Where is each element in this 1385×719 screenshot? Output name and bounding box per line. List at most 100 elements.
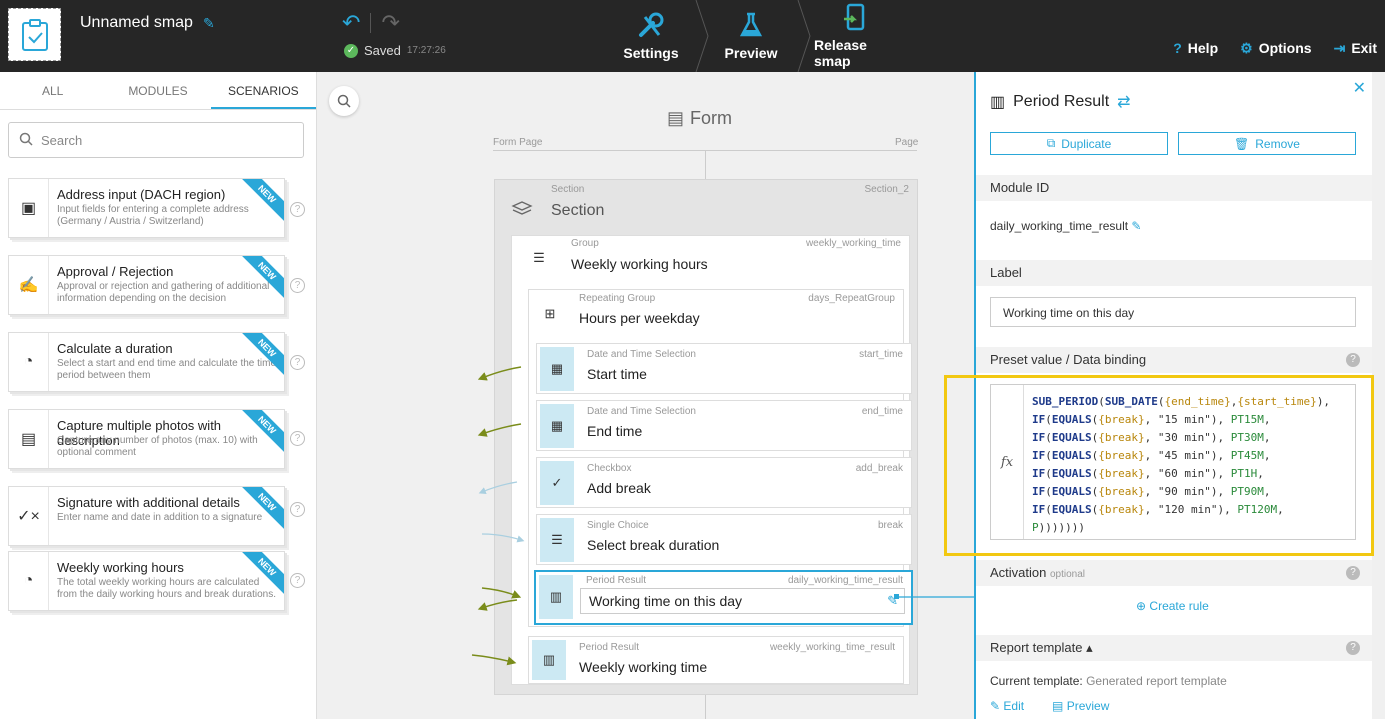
app-title-text: Unnamed smap bbox=[80, 14, 193, 31]
module-title: Weekly working hours bbox=[57, 560, 184, 575]
nav-release-label: Release smap bbox=[814, 37, 867, 69]
help-label: Help bbox=[1187, 40, 1219, 56]
nav-settings[interactable]: Settings bbox=[610, 0, 692, 72]
help-button[interactable]: ? Help bbox=[1173, 40, 1218, 57]
search-icon bbox=[19, 132, 33, 149]
signature-pen-icon: ✍ bbox=[9, 256, 49, 314]
caret-up-icon: ▴ bbox=[1086, 640, 1093, 655]
report-header[interactable]: Report template ▴ ? bbox=[976, 635, 1372, 661]
remove-button[interactable]: 🗑 Remove bbox=[1178, 132, 1356, 155]
activation-header: Activation optional ? bbox=[976, 560, 1372, 586]
help-icon[interactable]: ? bbox=[290, 502, 305, 517]
module-card[interactable]: ◔ Calculate a duration Select a start an… bbox=[8, 332, 285, 392]
module-desc: Input fields for entering a complete add… bbox=[57, 204, 249, 227]
help-icon[interactable]: ? bbox=[1346, 566, 1360, 580]
fx-icon: fx bbox=[991, 385, 1024, 539]
help-icon[interactable]: ? bbox=[1346, 641, 1360, 655]
module-title: Signature with additional details bbox=[57, 495, 240, 510]
dependency-arrows bbox=[471, 366, 974, 666]
nav-preview-label: Preview bbox=[724, 45, 778, 61]
save-status: ✓ Saved 17:27:26 bbox=[344, 43, 446, 58]
options-label: Options bbox=[1258, 40, 1312, 56]
new-badge: NEW bbox=[237, 487, 284, 532]
photos-icon: ▤ bbox=[9, 410, 49, 468]
search-input[interactable]: Search bbox=[8, 122, 304, 158]
remove-label: Remove bbox=[1255, 136, 1300, 151]
module-card[interactable]: ✓× Signature with additional details Ent… bbox=[8, 486, 285, 546]
plus-circle-icon: ⊕ bbox=[1136, 599, 1147, 613]
label-header: Label bbox=[976, 260, 1372, 286]
help-icon[interactable]: ? bbox=[290, 431, 305, 446]
exit-label: Exit bbox=[1351, 40, 1377, 56]
tab-scenarios[interactable]: SCENARIOS bbox=[210, 72, 316, 109]
wrench-screwdriver-icon bbox=[639, 12, 664, 37]
module-id-text: daily_working_time_result bbox=[990, 219, 1129, 233]
help-icon[interactable]: ? bbox=[1346, 353, 1360, 367]
divider bbox=[370, 13, 372, 33]
preview-template-button[interactable]: ▤ Preview bbox=[1052, 699, 1109, 713]
module-card[interactable]: ✍ Approval / Rejection Approval or rejec… bbox=[8, 255, 285, 315]
undo-icon[interactable]: ↶ bbox=[342, 10, 360, 36]
formula-code[interactable]: SUB_PERIOD(SUB_DATE({end_time},{start_ti… bbox=[1032, 393, 1330, 537]
help-icon[interactable]: ? bbox=[290, 573, 305, 588]
help-icon[interactable]: ? bbox=[290, 202, 305, 217]
clipboard-logo-icon[interactable] bbox=[8, 8, 61, 61]
nav-release[interactable]: Release smap bbox=[814, 0, 896, 72]
close-icon[interactable]: ✕ bbox=[1353, 78, 1366, 98]
module-title: Approval / Rejection bbox=[57, 264, 174, 279]
exit-icon: ⇥ bbox=[1333, 40, 1346, 56]
duplicate-label: Duplicate bbox=[1061, 136, 1112, 151]
top-bar: Unnamed smap ✎ ↶ ↷ ✓ Saved 17:27:26 Sett… bbox=[0, 0, 1385, 72]
duplicate-button[interactable]: ⧉ Duplicate bbox=[990, 132, 1168, 155]
current-template-value: Generated report template bbox=[1086, 674, 1227, 688]
pencil-icon[interactable]: ✎ bbox=[203, 15, 215, 32]
flask-icon bbox=[739, 12, 763, 37]
pencil-icon: ✎ bbox=[990, 699, 1001, 713]
tab-modules[interactable]: MODULES bbox=[105, 72, 210, 109]
current-template-label: Current template: bbox=[990, 674, 1083, 688]
module-id-value[interactable]: daily_working_time_result ✎ bbox=[990, 219, 1141, 233]
copy-icon: ⧉ bbox=[1046, 136, 1056, 150]
module-card[interactable]: ▤ Capture multiple photos with descripti… bbox=[8, 409, 285, 469]
duration-icon: ◔ bbox=[9, 333, 49, 391]
module-desc: The total weekly working hours are calcu… bbox=[57, 577, 277, 600]
panel-title: ▥ Period Result ⇄ bbox=[990, 92, 1131, 112]
nav-preview[interactable]: Preview bbox=[712, 0, 790, 72]
module-desc: Enter name and date in addition to a sig… bbox=[57, 512, 263, 523]
panel-title-text: Period Result bbox=[1013, 93, 1110, 110]
formula-editor[interactable]: fx SUB_PERIOD(SUB_DATE({end_time},{start… bbox=[990, 384, 1356, 540]
tab-all[interactable]: ALL bbox=[0, 72, 105, 109]
app-title[interactable]: Unnamed smap ✎ bbox=[80, 14, 215, 32]
options-button[interactable]: ⚙ Options bbox=[1240, 40, 1311, 57]
trash-icon: 🗑 bbox=[1234, 136, 1250, 151]
search-placeholder: Search bbox=[41, 132, 83, 148]
module-card[interactable]: ◔ Weekly working hours The total weekly … bbox=[8, 551, 285, 611]
module-card[interactable]: ▣ Address input (DACH region) Input fiel… bbox=[8, 178, 285, 238]
preview-label: Preview bbox=[1066, 699, 1110, 713]
label-input[interactable]: Working time on this day bbox=[990, 297, 1356, 327]
check-icon: ✓ bbox=[344, 43, 358, 58]
duration-icon: ◔ bbox=[9, 552, 49, 610]
help-icon[interactable]: ? bbox=[290, 355, 305, 370]
module-desc: Capture any number of photos (max. 10) w… bbox=[57, 435, 258, 458]
create-rule-button[interactable]: ⊕ Create rule bbox=[1136, 599, 1209, 613]
period-result-icon: ▥ bbox=[990, 94, 1006, 111]
sliders-icon: ⚙ bbox=[1240, 40, 1253, 56]
form-canvas[interactable]: ▤ Form Form Page Page Section Section_2 … bbox=[317, 72, 974, 719]
nav-separator bbox=[797, 0, 811, 72]
module-desc: Approval or rejection and gathering of a… bbox=[57, 281, 270, 304]
module-id-header: Module ID bbox=[976, 175, 1372, 201]
help-icon[interactable]: ? bbox=[290, 278, 305, 293]
module-title: Address input (DACH region) bbox=[57, 187, 226, 202]
properties-panel: ✕ ▥ Period Result ⇄ ⧉ Duplicate 🗑 Remove… bbox=[974, 72, 1372, 719]
current-template: Current template: Generated report templ… bbox=[990, 674, 1227, 688]
redo-icon[interactable]: ↷ bbox=[381, 10, 399, 36]
pencil-icon[interactable]: ✎ bbox=[1131, 219, 1141, 233]
edit-template-button[interactable]: ✎ Edit bbox=[990, 699, 1024, 713]
edit-label: Edit bbox=[1003, 699, 1025, 713]
swap-icon[interactable]: ⇄ bbox=[1117, 92, 1130, 112]
create-rule-label: Create rule bbox=[1149, 599, 1209, 613]
module-title: Calculate a duration bbox=[57, 341, 173, 356]
phone-release-icon bbox=[844, 3, 865, 31]
exit-button[interactable]: ⇥ Exit bbox=[1334, 40, 1377, 57]
